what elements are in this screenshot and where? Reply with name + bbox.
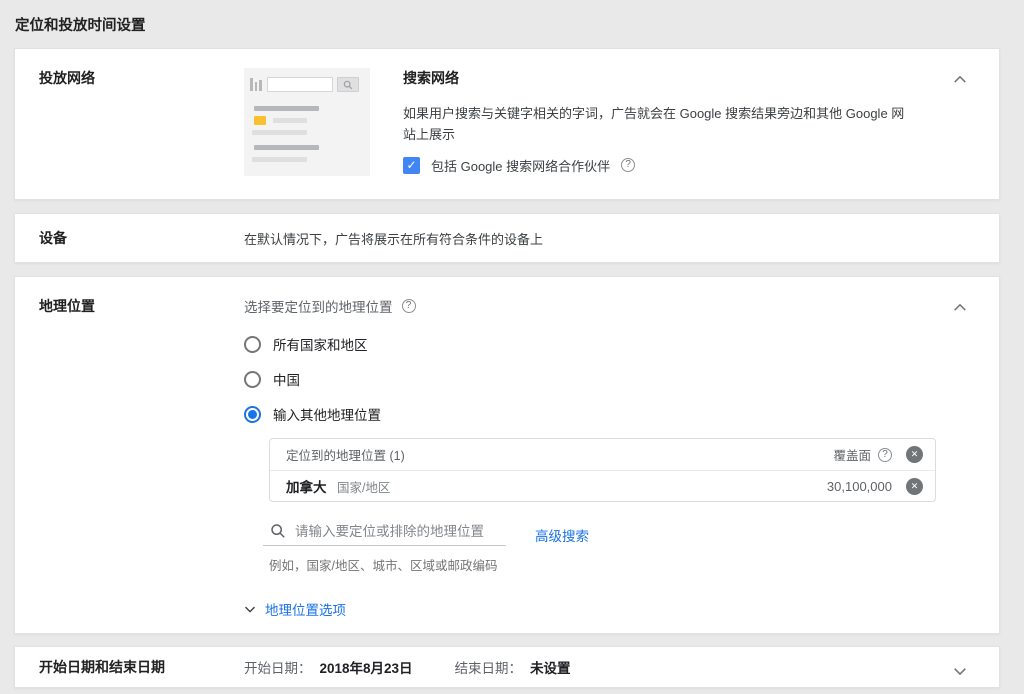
remove-all-locations-button[interactable]: ✕ [906, 446, 923, 463]
location-search-hint: 例如，国家/地区、城市、区域或邮政编码 [269, 555, 975, 574]
search-network-description: 如果用户搜索与关键字相关的字词，广告就会在 Google 搜索结果旁边和其他 G… [403, 103, 915, 146]
location-prompt: 选择要定位到的地理位置 [244, 296, 393, 316]
mock-result-bar [273, 118, 307, 123]
check-icon: ✓ [406, 158, 416, 172]
radio-all-countries[interactable]: 所有国家和地区 [244, 333, 975, 355]
mock-result-bar [254, 106, 319, 111]
close-icon: ✕ [911, 450, 919, 459]
reach-column-label: 覆盖面 [833, 445, 871, 464]
locations-card: 地理位置 选择要定位到的地理位置 ? 所有国家和地区 中国 输入其他地理位置 [14, 276, 1000, 634]
help-icon[interactable]: ? [621, 158, 635, 172]
mock-result-bar [252, 157, 307, 162]
magnifier-icon [343, 80, 353, 90]
close-icon: ✕ [911, 482, 919, 491]
locations-card-label: 地理位置 [39, 298, 95, 314]
devices-card-label: 设备 [39, 230, 67, 246]
chevron-up-icon [953, 75, 967, 83]
location-search-field[interactable] [263, 523, 506, 546]
devices-card[interactable]: 设备 在默认情况下，广告将展示在所有符合条件的设备上 [14, 213, 1000, 263]
chevron-up-icon [953, 303, 967, 311]
mock-search-input [267, 77, 333, 92]
radio-button[interactable] [244, 371, 261, 388]
include-search-partners-label: 包括 Google 搜索网络合作伙伴 [431, 156, 610, 175]
start-date-label: 开始日期： [244, 657, 312, 677]
devices-summary-text: 在默认情况下，广告将展示在所有符合条件的设备上 [244, 229, 543, 248]
networks-card-label: 投放网络 [39, 70, 95, 86]
chevron-down-icon [244, 605, 256, 613]
targeted-locations-header: 定位到的地理位置 (1) 覆盖面 ? ✕ [270, 439, 935, 470]
help-icon[interactable]: ? [878, 448, 892, 462]
radio-button-selected[interactable] [244, 406, 261, 423]
mock-search-bar [244, 75, 370, 95]
location-options-toggle[interactable]: 地理位置选项 [244, 599, 975, 619]
end-date-value: 未设置 [530, 657, 571, 677]
targeting-settings-page: 定位和投放时间设置 投放网络 搜索网络 如果用户搜索与关键字相关的字词，广告就会… [0, 0, 1024, 694]
advanced-search-link[interactable]: 高级搜索 [535, 525, 589, 545]
mock-ad-badge [254, 116, 266, 125]
start-date-value: 2018年8月23日 [320, 657, 413, 677]
networks-collapse-button[interactable] [949, 67, 971, 90]
mock-logo [250, 78, 262, 91]
search-icon [270, 523, 286, 539]
location-search-input[interactable] [295, 524, 506, 539]
mock-result-bar [254, 145, 319, 150]
location-options-link-label: 地理位置选项 [265, 599, 346, 619]
chevron-down-icon [953, 667, 967, 675]
targeted-locations-count: 定位到的地理位置 (1) [286, 445, 405, 464]
include-search-partners-checkbox[interactable]: ✓ [403, 157, 420, 174]
page-title: 定位和投放时间设置 [0, 0, 1024, 48]
mock-result-bar [252, 130, 307, 135]
location-type: 国家/地区 [337, 481, 390, 495]
location-name: 加拿大 [286, 480, 327, 495]
search-results-illustration [244, 68, 370, 176]
dates-expand-button[interactable] [949, 659, 971, 682]
targeted-locations-box: 定位到的地理位置 (1) 覆盖面 ? ✕ 加拿大 国家/地区 [269, 438, 936, 502]
remove-location-button[interactable]: ✕ [906, 478, 923, 495]
help-icon[interactable]: ? [402, 299, 416, 313]
end-date-label: 结束日期： [455, 657, 523, 677]
reach-value: 30,100,000 [827, 479, 892, 494]
radio-enter-other-location[interactable]: 输入其他地理位置 [244, 403, 975, 425]
radio-button[interactable] [244, 336, 261, 353]
networks-card: 投放网络 搜索网络 如果用户搜索与关键字相关的字词，广告就会在 Google 搜… [14, 48, 1000, 200]
search-network-title: 搜索网络 [403, 68, 915, 88]
mock-search-button [337, 77, 359, 92]
locations-collapse-button[interactable] [949, 295, 971, 318]
targeted-location-row: 加拿大 国家/地区 30,100,000 ✕ [270, 470, 935, 501]
dates-card-label: 开始日期和结束日期 [39, 659, 165, 675]
dates-card[interactable]: 开始日期和结束日期 开始日期： 2018年8月23日 结束日期： 未设置 [14, 646, 1000, 688]
radio-china[interactable]: 中国 [244, 368, 975, 390]
